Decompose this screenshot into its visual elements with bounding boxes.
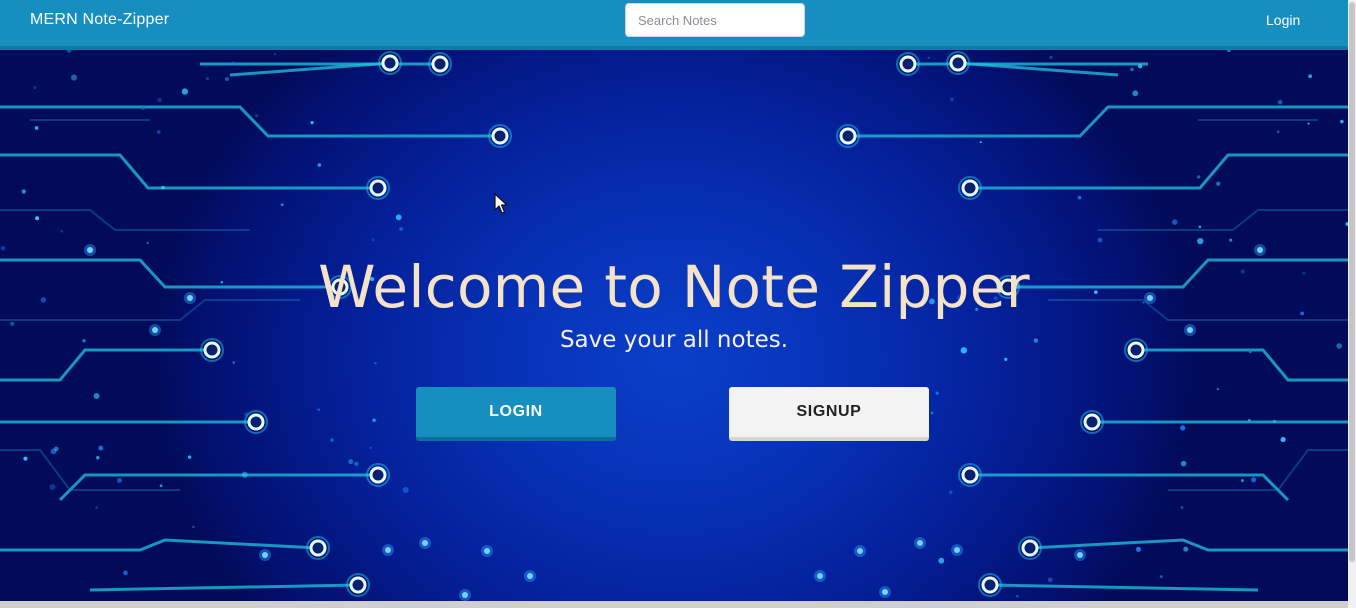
mouse-cursor-icon	[494, 193, 508, 214]
hero-section: Welcome to Note Zipper Save your all not…	[0, 50, 1348, 601]
hero-subtitle: Save your all notes.	[559, 327, 789, 353]
top-navbar: MERN Note-Zipper Login	[0, 0, 1348, 50]
nav-login-link[interactable]: Login	[1266, 12, 1300, 28]
signup-button[interactable]: SIGNUP	[729, 387, 929, 441]
circuit-background	[0, 50, 1348, 601]
search-input[interactable]	[625, 3, 805, 37]
horizontal-scrollbar-track	[0, 601, 1348, 608]
brand-link[interactable]: MERN Note-Zipper	[30, 11, 169, 29]
hero-title: Welcome to Note Zipper	[318, 252, 1030, 321]
login-button[interactable]: LOGIN	[416, 387, 616, 441]
vertical-scrollbar-thumb[interactable]	[1349, 2, 1355, 562]
